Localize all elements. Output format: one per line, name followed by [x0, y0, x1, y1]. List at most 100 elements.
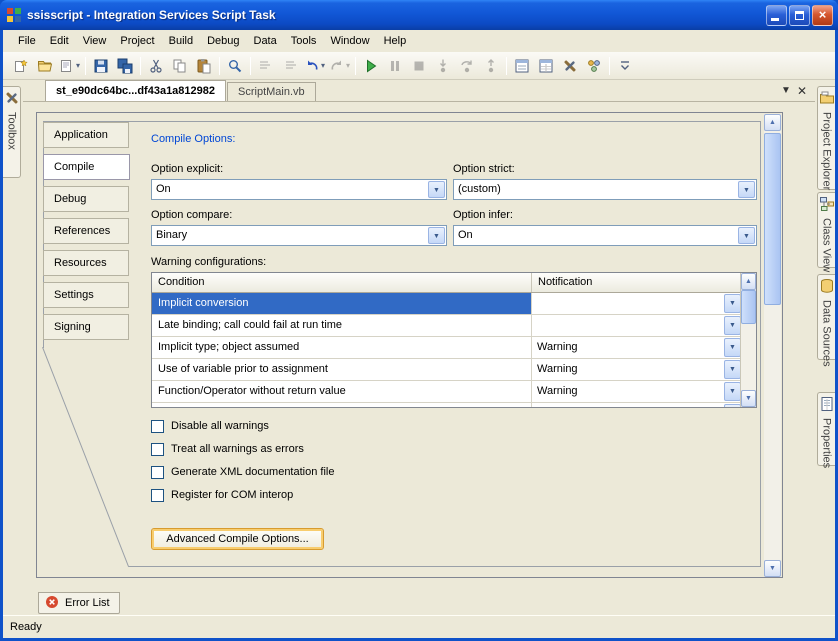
dock-tab-project-explorer[interactable]: Project Explorer — [817, 86, 835, 190]
redo-button[interactable]: ▾ — [328, 55, 351, 77]
stop-debugging-button[interactable] — [408, 55, 430, 77]
new-project-button[interactable] — [10, 55, 32, 77]
designer-tab-settings[interactable]: Settings — [43, 282, 129, 308]
toolbox-button[interactable] — [559, 55, 581, 77]
scrollbar-thumb[interactable] — [764, 133, 781, 305]
notification-cell[interactable]: ▼ — [532, 315, 742, 336]
warning-row[interactable]: Implicit type; object assumedWarning▼ — [152, 337, 742, 359]
close-document-icon[interactable]: ✕ — [797, 85, 807, 97]
scroll-up-icon[interactable]: ▲ — [764, 114, 781, 131]
option-infer-combo[interactable]: On ▼ — [453, 225, 757, 246]
notification-combo[interactable]: Warning▼ — [533, 382, 741, 401]
minimize-button[interactable] — [766, 5, 787, 26]
designer-tab-compile[interactable]: Compile — [43, 154, 130, 180]
condition-cell[interactable]: Function/Operator without return value — [152, 381, 532, 402]
notification-combo[interactable]: Warning▼ — [533, 360, 741, 379]
checkbox-register-for-com-interop[interactable]: Register for COM interop — [151, 487, 293, 503]
menu-file[interactable]: File — [11, 31, 43, 51]
break-all-button[interactable] — [384, 55, 406, 77]
condition-cell[interactable]: Late binding; call could fail at run tim… — [152, 315, 532, 336]
notification-combo[interactable]: ▼ — [533, 294, 741, 313]
start-debugging-button[interactable] — [360, 55, 382, 77]
comment-button[interactable] — [255, 55, 277, 77]
restore-button[interactable] — [789, 5, 810, 26]
chevron-down-icon[interactable]: ▾ — [346, 61, 350, 70]
toolbar-options-button[interactable] — [614, 55, 636, 77]
warning-row[interactable]: Implicit conversion▼ — [152, 293, 742, 315]
tab-list-chevron-icon[interactable]: ▼ — [781, 85, 791, 97]
condition-cell[interactable]: Use of variable prior to assignment — [152, 359, 532, 380]
scroll-down-icon[interactable]: ▼ — [741, 390, 756, 407]
document-tab[interactable]: st_e90dc64bc...df43a1a812982 — [45, 80, 226, 101]
menu-tools[interactable]: Tools — [284, 31, 324, 51]
option-strict-combo[interactable]: (custom) ▼ — [453, 179, 757, 200]
warning-row[interactable]: Use of variable prior to assignmentWarni… — [152, 359, 742, 381]
chevron-down-icon[interactable]: ▼ — [724, 382, 741, 401]
dock-tab-data-sources[interactable]: Data Sources — [817, 274, 835, 360]
error-list-tab[interactable]: Error List — [38, 592, 120, 614]
designer-tab-signing[interactable]: Signing — [43, 314, 129, 340]
chevron-down-icon[interactable]: ▼ — [738, 227, 755, 244]
cut-button[interactable] — [145, 55, 167, 77]
scrollbar-thumb[interactable] — [741, 290, 756, 324]
chevron-down-icon[interactable]: ▾ — [321, 61, 325, 70]
designer-scrollbar[interactable]: ▲ ▼ — [764, 114, 781, 577]
condition-cell[interactable]: Unused local variable — [152, 403, 532, 408]
chevron-down-icon[interactable]: ▾ — [76, 61, 80, 70]
chevron-down-icon[interactable]: ▼ — [738, 181, 755, 198]
save-all-button[interactable] — [114, 55, 136, 77]
step-into-button[interactable] — [432, 55, 454, 77]
chevron-down-icon[interactable]: ▼ — [724, 404, 741, 408]
checkbox-box[interactable] — [151, 420, 164, 433]
option-compare-combo[interactable]: Binary ▼ — [151, 225, 447, 246]
notification-combo[interactable]: ▼ — [533, 316, 741, 335]
menu-window[interactable]: Window — [323, 31, 376, 51]
menu-debug[interactable]: Debug — [200, 31, 246, 51]
properties-window-button[interactable] — [535, 55, 557, 77]
checkbox-disable-all-warnings[interactable]: Disable all warnings — [151, 418, 269, 434]
menu-data[interactable]: Data — [247, 31, 284, 51]
checkbox-box[interactable] — [151, 443, 164, 456]
notification-cell[interactable]: Warning▼ — [532, 381, 742, 402]
chevron-down-icon[interactable]: ▼ — [724, 360, 741, 379]
find-button[interactable] — [224, 55, 246, 77]
chevron-down-icon[interactable]: ▼ — [724, 316, 741, 335]
chevron-down-icon[interactable]: ▼ — [428, 227, 445, 244]
menu-edit[interactable]: Edit — [43, 31, 76, 51]
dock-tab-toolbox[interactable]: Toolbox — [3, 86, 21, 178]
chevron-down-icon[interactable]: ▼ — [724, 294, 741, 313]
warning-row[interactable]: Function/Operator without return valueWa… — [152, 381, 742, 403]
checkbox-treat-all-warnings-as-errors[interactable]: Treat all warnings as errors — [151, 441, 304, 457]
paste-button[interactable] — [193, 55, 215, 77]
object-browser-button[interactable] — [583, 55, 605, 77]
designer-tab-references[interactable]: References — [43, 218, 129, 244]
notification-cell[interactable]: Warning▼ — [532, 403, 742, 408]
copy-button[interactable] — [169, 55, 191, 77]
warning-row[interactable]: Unused local variableWarning▼ — [152, 403, 742, 408]
save-button[interactable] — [90, 55, 112, 77]
chevron-down-icon[interactable]: ▼ — [724, 338, 741, 357]
dock-tab-class-view[interactable]: Class View — [817, 192, 835, 268]
notification-cell[interactable]: Warning▼ — [532, 337, 742, 358]
close-button[interactable]: × — [812, 5, 833, 26]
scroll-up-icon[interactable]: ▲ — [741, 273, 756, 290]
checkbox-box[interactable] — [151, 489, 164, 502]
checkbox-box[interactable] — [151, 466, 164, 479]
menu-view[interactable]: View — [76, 31, 114, 51]
undo-button[interactable]: ▾ — [303, 55, 326, 77]
designer-tab-application[interactable]: Application — [43, 122, 129, 148]
step-over-button[interactable] — [456, 55, 478, 77]
notification-cell[interactable]: Warning▼ — [532, 359, 742, 380]
uncomment-button[interactable] — [279, 55, 301, 77]
chevron-down-icon[interactable]: ▼ — [428, 181, 445, 198]
condition-cell[interactable]: Implicit type; object assumed — [152, 337, 532, 358]
step-out-button[interactable] — [480, 55, 502, 77]
scroll-down-icon[interactable]: ▼ — [764, 560, 781, 577]
option-explicit-combo[interactable]: On ▼ — [151, 179, 447, 200]
add-item-button[interactable]: ▾ — [58, 55, 81, 77]
warning-row[interactable]: Late binding; call could fail at run tim… — [152, 315, 742, 337]
menu-project[interactable]: Project — [113, 31, 161, 51]
grid-scrollbar[interactable]: ▲ ▼ — [740, 273, 756, 407]
document-tab[interactable]: ScriptMain.vb — [227, 82, 316, 101]
dock-tab-properties[interactable]: Properties — [817, 392, 835, 466]
